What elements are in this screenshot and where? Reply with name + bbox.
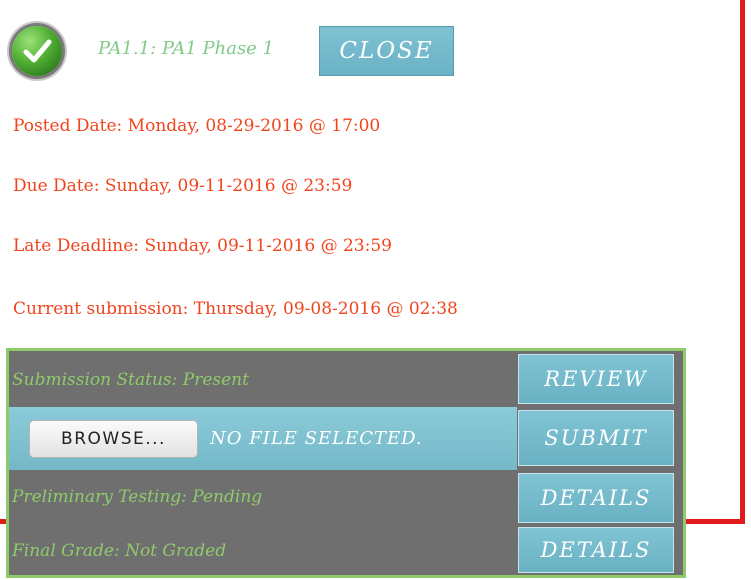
posted-date: Posted Date: Monday, 08-29-2016 @ 17:00 <box>13 116 381 136</box>
due-date: Due Date: Sunday, 09-11-2016 @ 23:59 <box>13 176 353 196</box>
browse-button[interactable]: BROWSE... <box>29 420 198 458</box>
late-deadline: Late Deadline: Sunday, 09-11-2016 @ 23:5… <box>13 236 392 256</box>
submit-button[interactable]: SUBMIT <box>518 410 674 466</box>
final-grade-label: Final Grade: Not Graded <box>12 541 227 561</box>
no-file-selected-text: NO FILE SELECTED. <box>210 428 423 449</box>
testing-details-button[interactable]: DETAILS <box>518 473 674 523</box>
review-button[interactable]: REVIEW <box>518 354 674 404</box>
grade-details-button[interactable]: DETAILS <box>518 527 674 573</box>
red-frame-vertical <box>740 0 745 524</box>
assignment-title: PA1.1: PA1 Phase 1 <box>98 38 275 59</box>
close-button[interactable]: CLOSE <box>319 26 454 76</box>
green-checkmark-icon <box>12 26 62 76</box>
submission-status-label: Submission Status: Present <box>12 370 249 390</box>
preliminary-testing-label: Preliminary Testing: Pending <box>12 487 263 507</box>
current-submission: Current submission: Thursday, 09-08-2016… <box>13 299 458 319</box>
